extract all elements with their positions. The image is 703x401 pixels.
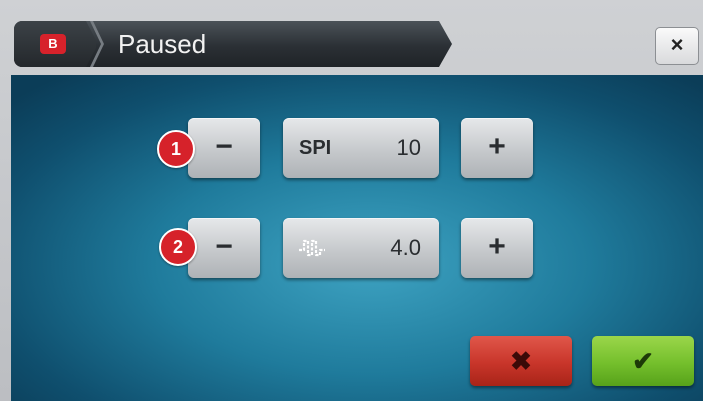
spi-decrease-button[interactable]: −: [188, 118, 260, 178]
callout-badge-2: 2: [159, 228, 197, 266]
stitch-length-value: 4.0: [390, 235, 421, 260]
spi-value-display: SPI 10: [283, 118, 439, 178]
spi-value: 10: [396, 135, 421, 160]
cancel-button[interactable]: ✖: [470, 336, 572, 386]
stitch-length-value-display: 4.0: [283, 218, 439, 278]
brand-logo-icon: B: [40, 34, 66, 54]
stitch-length-icon: [299, 239, 325, 257]
stitch-length-increase-button[interactable]: +: [461, 218, 533, 278]
callout-badge-1: 1: [157, 130, 195, 168]
stitch-length-decrease-button[interactable]: −: [188, 218, 260, 278]
close-button[interactable]: ×: [655, 27, 699, 65]
spi-label: SPI: [299, 137, 332, 159]
page-title: Paused: [118, 29, 207, 59]
spi-increase-button[interactable]: +: [461, 118, 533, 178]
confirm-button[interactable]: ✔: [592, 336, 694, 386]
